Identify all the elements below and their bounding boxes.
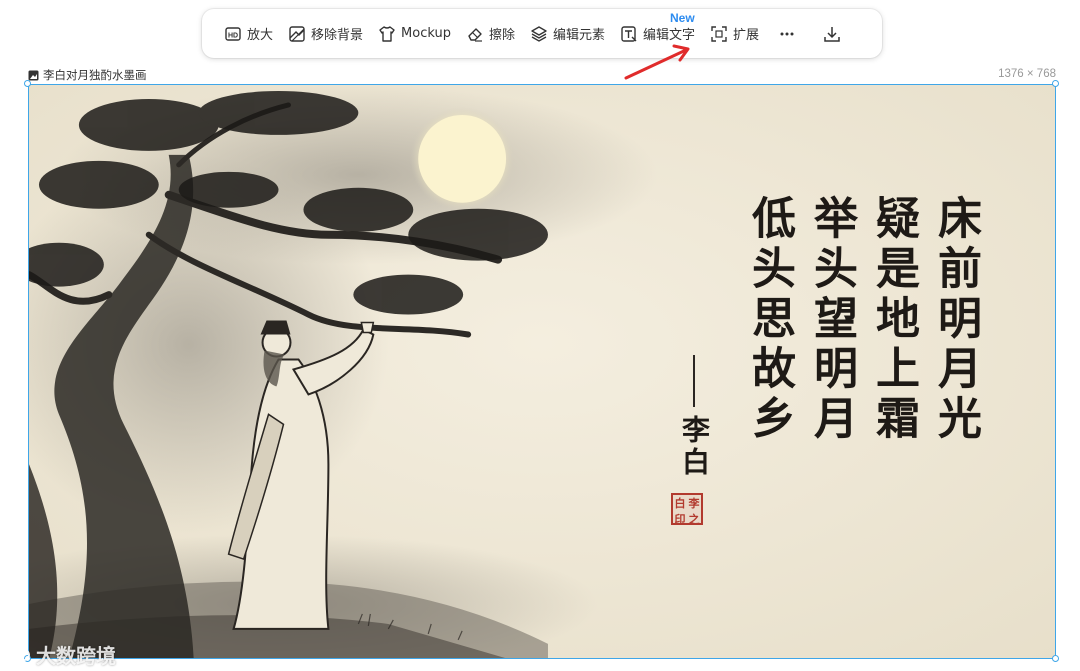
resize-handle-top-left[interactable]: [24, 80, 31, 87]
image-icon: [28, 70, 39, 80]
seal-char: 之: [688, 513, 700, 526]
poem-author: 李白: [674, 355, 714, 479]
image-size: 1376 × 768: [998, 68, 1056, 80]
image-canvas[interactable]: 床前明月光 疑是地上霜 举头望明月 低头思故乡 李白 白 李 印 之: [28, 84, 1056, 659]
red-seal: 白 李 印 之: [671, 493, 703, 526]
edit-text-label: 编辑文字: [643, 28, 696, 43]
text-edit-icon: [621, 25, 637, 42]
more-button[interactable]: [772, 18, 802, 50]
remove-background-label: 移除背景: [311, 28, 364, 43]
watermark-text: 大数跨境: [36, 644, 116, 668]
poem: 床前明月光 疑是地上霜 举头望明月 低头思故乡: [744, 195, 981, 445]
svg-text:HD: HD: [228, 32, 238, 39]
remove-background-button[interactable]: 移除背景: [282, 18, 369, 50]
erase-label: 擦除: [488, 28, 515, 43]
erase-button[interactable]: 擦除: [460, 18, 521, 50]
image-toolbar: HD 放大 移除背景 Mockup 擦除 编辑元素 编辑文字 New 扩展: [202, 9, 882, 58]
layers-icon: [531, 25, 547, 42]
expand-label: 扩展: [733, 28, 760, 43]
poem-line: 床前明月光: [930, 195, 981, 445]
seal-char: 李: [688, 497, 700, 510]
tshirt-icon: [379, 25, 395, 42]
download-icon: [824, 26, 840, 42]
more-icon: [780, 32, 794, 35]
annotation-arrow: [624, 44, 690, 80]
edit-elements-button[interactable]: 编辑元素: [524, 18, 611, 50]
mockup-label: Mockup: [401, 26, 451, 41]
seal-char: 白: [674, 497, 686, 510]
watermark-logo-icon: [7, 646, 30, 663]
expand-button[interactable]: 扩展: [704, 18, 765, 50]
author-name: 李白: [678, 415, 711, 479]
eraser-icon: [468, 27, 482, 42]
mockup-button[interactable]: Mockup: [372, 18, 457, 50]
expand-icon: [711, 25, 727, 42]
image-title[interactable]: 李白对月独酌水墨画: [28, 67, 147, 83]
edit-elements-label: 编辑元素: [552, 28, 605, 43]
poem-line: 低头思故乡: [744, 195, 795, 445]
upscale-button[interactable]: HD 放大: [218, 18, 279, 50]
download-button[interactable]: [817, 18, 847, 50]
watermark: 大数跨境: [6, 640, 116, 669]
hd-icon: HD: [225, 26, 241, 41]
remove-background-icon: [289, 25, 305, 42]
upscale-label: 放大: [247, 28, 274, 43]
poem-line: 举头望明月: [806, 195, 857, 445]
resize-handle-top-right[interactable]: [1052, 80, 1059, 87]
author-dash: [693, 355, 695, 407]
new-badge: New: [670, 10, 695, 25]
resize-handle-bottom-right[interactable]: [1052, 655, 1059, 662]
poem-line: 疑是地上霜: [868, 195, 919, 445]
seal-char: 印: [674, 513, 686, 526]
image-title-text: 李白对月独酌水墨画: [43, 68, 147, 82]
